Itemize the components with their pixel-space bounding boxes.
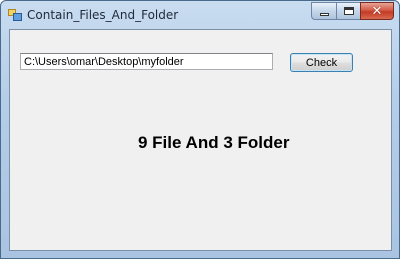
window-app-icon xyxy=(8,9,22,21)
close-icon: ✕ xyxy=(371,3,383,19)
result-label: 9 File And 3 Folder xyxy=(138,133,290,152)
app-window: Contain_Files_And_Folder ✕ Check 9 File … xyxy=(0,0,400,259)
title-bar[interactable]: Contain_Files_And_Folder ✕ xyxy=(1,1,399,29)
folder-path-input[interactable] xyxy=(20,53,273,70)
form-client-area: Check 9 File And 3 Folder xyxy=(9,29,392,251)
check-button[interactable]: Check xyxy=(290,53,353,72)
check-button-label: Check xyxy=(305,56,338,69)
minimize-icon xyxy=(320,12,329,16)
maximize-button[interactable] xyxy=(336,2,361,20)
window-title: Contain_Files_And_Folder xyxy=(27,8,179,22)
close-button[interactable]: ✕ xyxy=(360,2,394,20)
maximize-icon xyxy=(344,7,354,15)
minimize-button[interactable] xyxy=(311,2,337,20)
